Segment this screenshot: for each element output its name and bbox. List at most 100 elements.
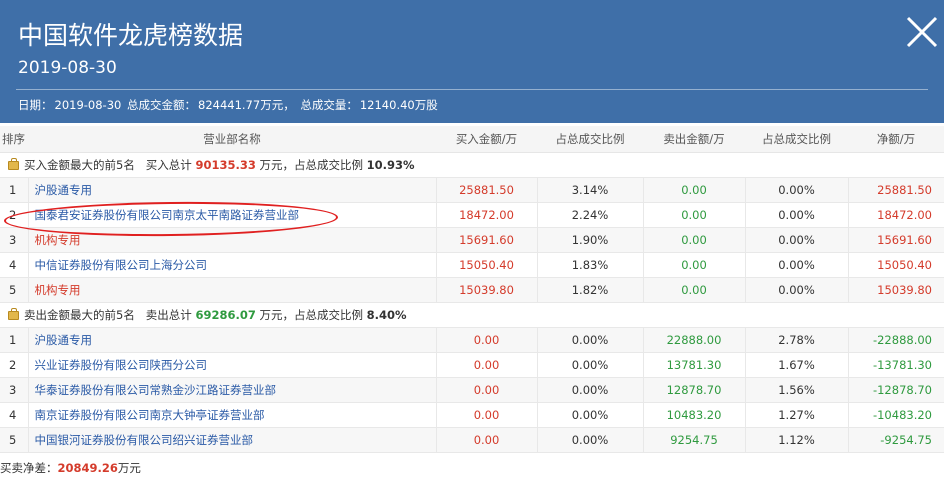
sell-ratio: 8.40% bbox=[366, 307, 407, 322]
close-icon bbox=[906, 16, 938, 48]
table-row: 2 国泰君安证券股份有限公司南京太平南路证券营业部 18472.00 2.24%… bbox=[0, 202, 944, 228]
header-divider bbox=[16, 89, 928, 90]
buy-ratio-cell: 0.00% bbox=[537, 327, 644, 353]
table-row: 5 中国银河证券股份有限公司绍兴证券营业部 0.00 0.00% 9254.75… bbox=[0, 427, 944, 453]
buy-section-label: 买入金额最大的前5名 bbox=[24, 157, 135, 172]
buy-ratio: 10.93% bbox=[366, 157, 415, 172]
branch-name-link[interactable]: 机构专用 bbox=[28, 277, 437, 303]
sell-ratio-cell: 0.00% bbox=[745, 227, 849, 253]
sell-ratio-cell: 0.00% bbox=[745, 277, 849, 303]
buy-amount: 15050.40 bbox=[436, 252, 538, 278]
net-difference-value: 20849.26 bbox=[57, 461, 118, 475]
sell-amount: 0.00 bbox=[643, 202, 746, 228]
sell-ratio-cell: 1.56% bbox=[745, 377, 849, 403]
sell-ratio-cell: 0.00% bbox=[745, 252, 849, 278]
net-amount: -12878.70 bbox=[848, 377, 944, 403]
row-rank: 3 bbox=[0, 227, 29, 253]
row-rank: 5 bbox=[0, 277, 29, 303]
sell-ratio-cell: 1.27% bbox=[745, 402, 849, 428]
branch-name-link[interactable]: 沪股通专用 bbox=[28, 177, 437, 203]
dragon-tiger-table: 排序 营业部名称 买入金额/万 占总成交比例 卖出金额/万 占总成交比例 净额/… bbox=[0, 126, 944, 453]
sell-amount: 22888.00 bbox=[643, 327, 746, 353]
buy-ratio-cell: 0.00% bbox=[537, 402, 644, 428]
sell-section-header: 卖出金额最大的前5名 卖出总计 69286.07 万元，占总成交比例 8.40% bbox=[0, 302, 944, 328]
net-amount: -22888.00 bbox=[848, 327, 944, 353]
sell-amount: 0.00 bbox=[643, 252, 746, 278]
branch-name-link[interactable]: 机构专用 bbox=[28, 227, 437, 253]
buy-ratio-cell: 2.24% bbox=[537, 202, 644, 228]
buy-ratio-cell: 0.00% bbox=[537, 352, 644, 378]
sell-section-summary: 卖出金额最大的前5名 卖出总计 69286.07 万元，占总成交比例 8.40% bbox=[0, 302, 944, 328]
buy-total: 90135.33 bbox=[195, 157, 256, 172]
row-rank: 1 bbox=[0, 327, 29, 353]
buy-amount: 0.00 bbox=[436, 402, 538, 428]
net-amount: -13781.30 bbox=[848, 352, 944, 378]
net-amount: 18472.00 bbox=[848, 202, 944, 228]
buy-section-summary: 买入金额最大的前5名 买入总计 90135.33 万元，占总成交比例 10.93… bbox=[0, 152, 944, 178]
net-difference-unit: 万元 bbox=[117, 461, 141, 475]
buy-amount: 0.00 bbox=[436, 352, 538, 378]
summary-volume-label: 总成交量： bbox=[300, 98, 358, 112]
buy-total-label: 买入总计 bbox=[145, 157, 192, 172]
buy-amount: 0.00 bbox=[436, 377, 538, 403]
buy-unit-text: 万元，占总成交比例 bbox=[259, 157, 364, 172]
col-header-sell-ratio[interactable]: 占总成交比例 bbox=[745, 126, 848, 153]
buy-ratio-cell: 1.82% bbox=[537, 277, 644, 303]
branch-name-link[interactable]: 沪股通专用 bbox=[28, 327, 437, 353]
branch-name-link[interactable]: 国泰君安证券股份有限公司南京太平南路证券营业部 bbox=[28, 202, 437, 228]
branch-name-link[interactable]: 南京证券股份有限公司南京大钟亭证券营业部 bbox=[28, 402, 437, 428]
buy-amount: 15691.60 bbox=[436, 227, 538, 253]
sell-total-label: 卖出总计 bbox=[145, 307, 192, 322]
table-row: 3 机构专用 15691.60 1.90% 0.00 0.00% 15691.6… bbox=[0, 227, 944, 253]
table-row: 1 沪股通专用 25881.50 3.14% 0.00 0.00% 25881.… bbox=[0, 177, 944, 203]
table-row: 5 机构专用 15039.80 1.82% 0.00 0.00% 15039.8… bbox=[0, 277, 944, 303]
col-header-buy-ratio[interactable]: 占总成交比例 bbox=[537, 126, 643, 153]
bag-icon bbox=[8, 157, 19, 170]
buy-ratio-cell: 0.00% bbox=[537, 427, 644, 453]
summary-amount-label: 总成交金额： bbox=[127, 98, 196, 112]
sell-ratio-cell: 2.78% bbox=[745, 327, 849, 353]
summary-date-label: 日期： bbox=[18, 98, 53, 112]
branch-name-link[interactable]: 华泰证券股份有限公司常熟金沙江路证券营业部 bbox=[28, 377, 437, 403]
sell-unit-text: 万元，占总成交比例 bbox=[259, 307, 364, 322]
row-rank: 1 bbox=[0, 177, 29, 203]
buy-amount: 0.00 bbox=[436, 427, 538, 453]
sell-amount: 0.00 bbox=[643, 177, 746, 203]
row-rank: 3 bbox=[0, 377, 29, 403]
net-amount: 25881.50 bbox=[848, 177, 944, 203]
row-rank: 2 bbox=[0, 352, 29, 378]
net-difference-label: 买卖净差： bbox=[0, 461, 58, 475]
col-header-buy[interactable]: 买入金额/万 bbox=[436, 126, 537, 153]
row-rank: 2 bbox=[0, 202, 29, 228]
col-header-net[interactable]: 净额/万 bbox=[848, 126, 944, 153]
table-row: 4 南京证券股份有限公司南京大钟亭证券营业部 0.00 0.00% 10483.… bbox=[0, 402, 944, 428]
sell-amount: 12878.70 bbox=[643, 377, 746, 403]
trade-summary: 日期： 2019-08-30 总成交金额： 824441.77万元， 总成交量： 12… bbox=[18, 97, 440, 113]
branch-name-link[interactable]: 中信证券股份有限公司上海分公司 bbox=[28, 252, 437, 278]
table-row: 2 兴业证券股份有限公司陕西分公司 0.00 0.00% 13781.30 1.… bbox=[0, 352, 944, 378]
close-button[interactable] bbox=[904, 14, 940, 50]
col-header-name[interactable]: 营业部名称 bbox=[28, 126, 436, 153]
sell-amount: 10483.20 bbox=[643, 402, 746, 428]
bag-icon bbox=[8, 307, 19, 320]
sell-amount: 0.00 bbox=[643, 277, 746, 303]
net-amount: -10483.20 bbox=[848, 402, 944, 428]
buy-amount: 18472.00 bbox=[436, 202, 538, 228]
row-rank: 4 bbox=[0, 252, 29, 278]
summary-volume: 12140.40万股 bbox=[359, 98, 438, 112]
col-header-rank[interactable]: 排序 bbox=[0, 126, 28, 153]
net-amount: 15691.60 bbox=[848, 227, 944, 253]
net-amount: 15050.40 bbox=[848, 252, 944, 278]
branch-name-link[interactable]: 兴业证券股份有限公司陕西分公司 bbox=[28, 352, 437, 378]
buy-amount: 15039.80 bbox=[436, 277, 538, 303]
page-date: 2019-08-30 bbox=[18, 58, 117, 78]
sell-amount: 0.00 bbox=[643, 227, 746, 253]
branch-name-link[interactable]: 中国银河证券股份有限公司绍兴证券营业部 bbox=[28, 427, 437, 453]
sell-ratio-cell: 1.12% bbox=[745, 427, 849, 453]
col-header-sell[interactable]: 卖出金额/万 bbox=[643, 126, 745, 153]
page-title: 中国软件龙虎榜数据 bbox=[18, 21, 244, 50]
sell-section-label: 卖出金额最大的前5名 bbox=[24, 307, 135, 322]
summary-date: 2019-08-30 bbox=[54, 98, 122, 112]
sell-ratio-cell: 0.00% bbox=[745, 202, 849, 228]
sell-amount: 13781.30 bbox=[643, 352, 746, 378]
